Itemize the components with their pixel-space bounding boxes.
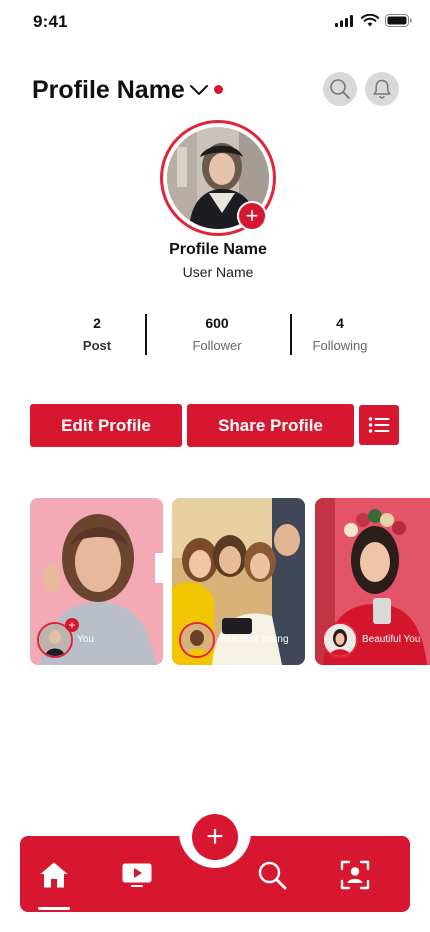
- notifications-button[interactable]: [365, 72, 399, 106]
- stat-followers-value: 600: [205, 315, 229, 331]
- notification-dot: [214, 85, 223, 94]
- story-card[interactable]: Beautiful You: [315, 498, 430, 665]
- stat-following-label: Following: [312, 338, 368, 353]
- search-button[interactable]: [323, 72, 357, 106]
- nav-videos[interactable]: [119, 857, 155, 893]
- story-label: Beautiful You: [362, 634, 421, 645]
- menu-button[interactable]: [359, 405, 399, 445]
- stat-followers-label: Follower: [192, 338, 242, 353]
- stat-posts-label: Post: [82, 338, 112, 353]
- create-post-button[interactable]: +: [192, 814, 238, 860]
- story-label: Beautiful Young: [219, 634, 289, 645]
- stat-following-value: 4: [336, 315, 344, 331]
- add-story-button[interactable]: +: [237, 201, 267, 231]
- active-tab-indicator: [38, 907, 70, 910]
- stat-divider: [145, 314, 147, 355]
- stat-posts-value: 2: [93, 315, 101, 331]
- nav-search[interactable]: [254, 857, 290, 893]
- chevron-down-icon[interactable]: [189, 84, 209, 96]
- signal-icon: [335, 14, 353, 27]
- story-card[interactable]: Beautiful Young: [172, 498, 305, 665]
- story-label: You: [77, 634, 94, 645]
- nav-home[interactable]: [36, 857, 72, 893]
- wifi-icon: [361, 14, 379, 27]
- user-name: User Name: [182, 264, 254, 280]
- edit-profile-button[interactable]: Edit Profile: [30, 404, 182, 447]
- profile-header: Profile Name: [0, 70, 430, 114]
- profile-name: Profile Name: [169, 241, 267, 258]
- stat-followers[interactable]: 600 Follower: [157, 315, 277, 353]
- story-card-you[interactable]: + You: [30, 498, 163, 665]
- search-icon: [330, 79, 350, 99]
- search-icon: [258, 861, 287, 890]
- video-play-icon: [122, 863, 152, 887]
- share-profile-button[interactable]: Share Profile: [187, 404, 354, 447]
- nav-profile[interactable]: [337, 857, 373, 893]
- story-avatar-photo: [181, 624, 213, 656]
- battery-icon: [385, 14, 412, 27]
- stat-posts[interactable]: 2 Post: [37, 315, 157, 353]
- story-avatar: [322, 622, 358, 658]
- home-icon: [40, 862, 68, 888]
- status-icons: [335, 14, 412, 27]
- plus-icon: +: [245, 203, 259, 228]
- status-bar: 9:41: [0, 0, 430, 48]
- list-icon: [368, 417, 390, 433]
- story-avatar: [179, 622, 215, 658]
- story-add-button[interactable]: +: [65, 618, 79, 632]
- story-avatar-photo: [324, 624, 356, 656]
- profile-scan-icon: [340, 860, 370, 890]
- stat-following[interactable]: 4 Following: [280, 315, 400, 353]
- status-time: 9:41: [33, 12, 68, 31]
- page-title[interactable]: Profile Name: [32, 76, 185, 105]
- bell-icon: [373, 79, 391, 99]
